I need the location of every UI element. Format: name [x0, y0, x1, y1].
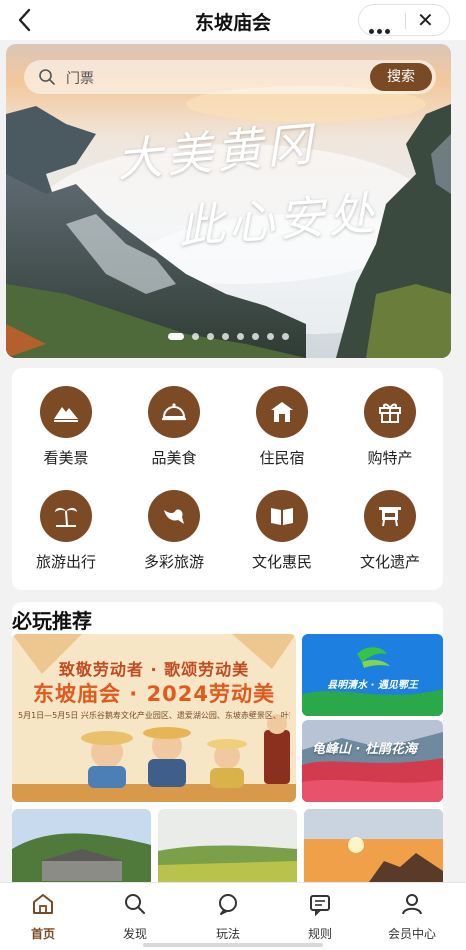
- card-image: [302, 720, 443, 802]
- recommend-card-field[interactable]: [158, 809, 297, 882]
- service-heritage[interactable]: 文化遗产: [336, 490, 444, 572]
- service-label: 品美食: [151, 449, 197, 467]
- tab-rules[interactable]: 规则: [280, 891, 360, 942]
- service-label: 多彩旅游: [143, 553, 204, 571]
- service-food[interactable]: 品美食: [120, 386, 228, 468]
- search-icon: [125, 894, 145, 914]
- gift-icon: [379, 403, 401, 423]
- service-culture-benefit[interactable]: 文化惠民: [228, 490, 336, 572]
- recommend-card-village[interactable]: [12, 809, 151, 882]
- carousel-indicator: [6, 325, 451, 344]
- carousel-dot[interactable]: [237, 333, 244, 340]
- palm-tree-icon: [55, 507, 77, 527]
- tab-label: 会员中心: [387, 927, 436, 941]
- recommend-section: 必玩推荐 致敬劳动者 · 歌颂劳动美 东坡庙会 · 2024劳动美 5月1日—5…: [12, 602, 443, 882]
- recommend-card-river[interactable]: 县明清水 · 遇见鄂王: [302, 634, 443, 716]
- hero-banner[interactable]: 门票 搜索 大美黄冈 此心安处: [6, 44, 451, 358]
- card-image: [304, 809, 443, 882]
- more-dots-icon[interactable]: [369, 19, 393, 38]
- service-label: 旅游出行: [35, 553, 96, 571]
- service-label: 看美景: [43, 449, 89, 467]
- service-label: 文化遗产: [359, 553, 420, 571]
- tab-home[interactable]: 首页: [3, 891, 83, 942]
- service-label: 住民宿: [259, 449, 305, 467]
- carousel-dot[interactable]: [267, 333, 274, 340]
- recommend-card-azalea[interactable]: 龟峰山 · 杜鹃花海: [302, 720, 443, 802]
- tab-play[interactable]: 玩法: [188, 891, 268, 942]
- section-title: 必玩推荐: [12, 609, 92, 633]
- capsule-divider: [405, 13, 406, 29]
- carousel-dot[interactable]: [252, 333, 259, 340]
- top-navigation-bar: 东坡庙会 ✕: [0, 0, 466, 40]
- mountain-icon: [54, 407, 78, 422]
- service-specialties[interactable]: 购特产: [336, 386, 444, 468]
- carousel-dot[interactable]: [222, 333, 229, 340]
- tab-label: 首页: [30, 927, 55, 941]
- service-label: 购特产: [367, 449, 413, 467]
- tab-label: 发现: [122, 927, 147, 941]
- house-icon: [271, 402, 293, 422]
- close-icon[interactable]: ✕: [417, 8, 434, 32]
- tab-label: 规则: [307, 927, 332, 941]
- carousel-dot[interactable]: [168, 333, 184, 340]
- card-image: [12, 809, 151, 882]
- chat-bubble-icon: [219, 894, 237, 915]
- poster-title: 东坡庙会 · 2024劳动美: [32, 682, 276, 706]
- tab-member-center[interactable]: 会员中心: [372, 891, 452, 942]
- book-icon: [271, 508, 293, 525]
- tab-discover[interactable]: 发现: [95, 891, 175, 942]
- card-image: [158, 809, 297, 882]
- card-image: [302, 634, 443, 716]
- home-icon: [33, 894, 53, 914]
- carousel-dot[interactable]: [192, 333, 199, 340]
- recommend-poster-card[interactable]: 致敬劳动者 · 歌颂劳动美 东坡庙会 · 2024劳动美 5月1日—5月5日 兴…: [12, 634, 296, 802]
- message-icon: [310, 895, 330, 917]
- search-input[interactable]: 门票: [66, 68, 94, 88]
- poster-headline: 致敬劳动者 · 歌颂劳动美: [58, 660, 250, 679]
- services-grid: 看美景 品美食 住民宿 购特产 旅游出行 多彩旅游 文化惠民 文化遗产: [12, 368, 443, 590]
- service-colorful-tour[interactable]: 多彩旅游: [120, 490, 228, 572]
- recommend-card-sunset[interactable]: [304, 809, 443, 882]
- bottom-tab-bar: 首页 发现 玩法 规则 会员中心: [0, 882, 466, 950]
- carousel-dot[interactable]: [282, 333, 289, 340]
- home-indicator: [143, 943, 323, 947]
- dish-cloche-icon: [162, 403, 186, 421]
- bird-icon: [164, 509, 184, 524]
- user-icon: [402, 894, 422, 915]
- carousel-dot[interactable]: [207, 333, 214, 340]
- poster-details: 5月1日—5月5日 兴乐谷鹅寿文化产业园区、遗爱湖公园、东坡赤壁景区、叶家湾: [18, 711, 290, 720]
- search-button[interactable]: 搜索: [370, 63, 432, 91]
- card-caption: 龟峰山 · 杜鹃花海: [312, 742, 417, 757]
- service-label: 文化惠民: [251, 553, 312, 571]
- search-icon: [39, 69, 55, 85]
- search-bar[interactable]: 门票 搜索: [24, 60, 436, 94]
- tab-label: 玩法: [215, 927, 240, 941]
- mini-program-capsule: ✕: [358, 4, 450, 36]
- service-travel[interactable]: 旅游出行: [12, 490, 120, 572]
- card-caption: 县明清水 · 遇见鄂王: [327, 680, 418, 691]
- banner-calligraphy-line2: 此心安处: [176, 186, 380, 254]
- service-homestay[interactable]: 住民宿: [228, 386, 336, 468]
- bronze-vessel-icon: [379, 507, 401, 527]
- service-scenery[interactable]: 看美景: [12, 386, 120, 468]
